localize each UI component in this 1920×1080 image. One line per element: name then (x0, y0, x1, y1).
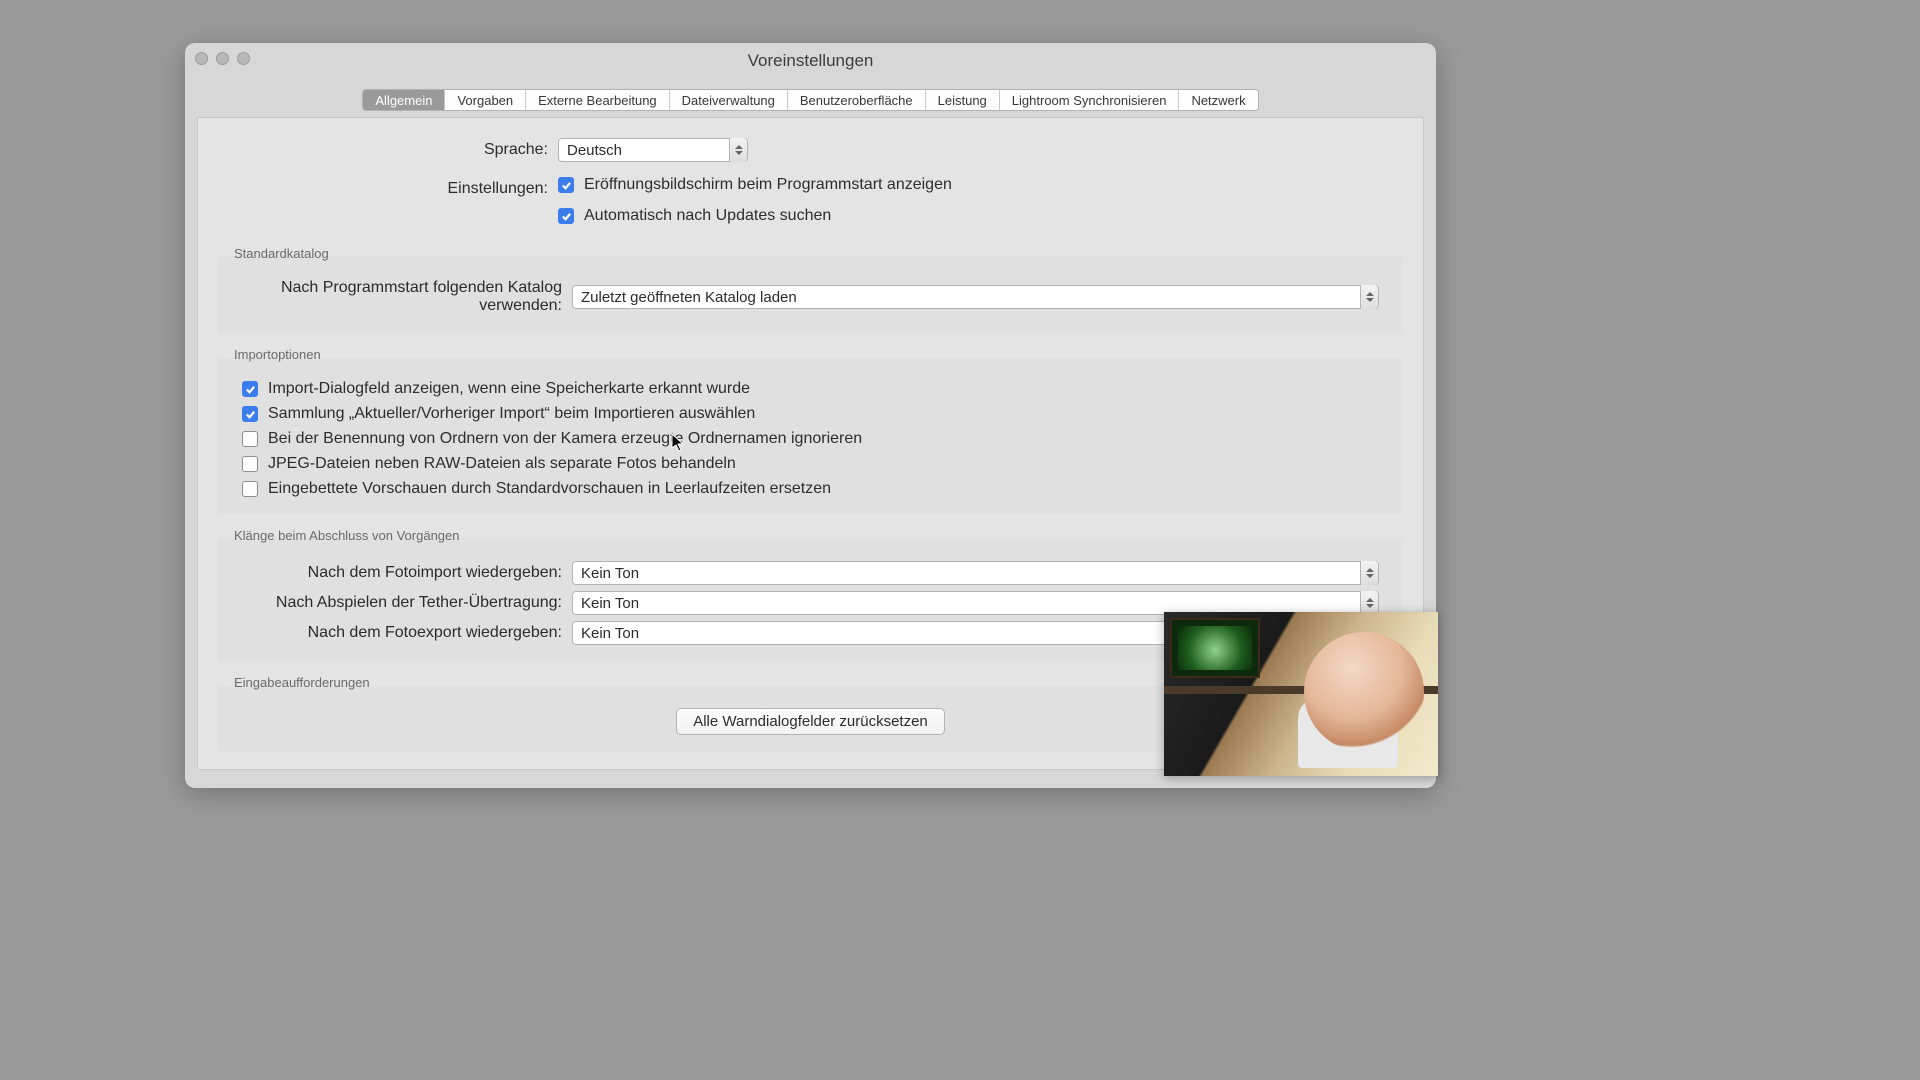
section-prompts-legend: Eingabeaufforderungen (218, 675, 374, 696)
tab-externe-bearbeitung[interactable]: Externe Bearbeitung (526, 90, 670, 110)
sound-export-label: Nach dem Fotoexport wiedergeben: (242, 624, 572, 642)
sound-import-select[interactable]: Kein Ton (572, 561, 1379, 585)
section-standardkatalog-legend: Standardkatalog (218, 246, 333, 267)
language-label: Sprache: (218, 141, 558, 159)
webcam-overlay (1164, 612, 1438, 776)
language-value: Deutsch (567, 142, 622, 159)
sound-tether-label: Nach Abspielen der Tether-Übertragung: (242, 594, 572, 612)
titlebar: Voreinstellungen (185, 43, 1436, 69)
chevron-updown-icon (1360, 285, 1378, 309)
tab-allgemein[interactable]: Allgemein (363, 90, 445, 110)
tab-netzwerk[interactable]: Netzwerk (1179, 90, 1257, 110)
checkbox-import-collection[interactable] (242, 406, 258, 422)
reset-warnings-button[interactable]: Alle Warndialogfelder zurücksetzen (676, 708, 945, 735)
tab-lightroom-sync[interactable]: Lightroom Synchronisieren (1000, 90, 1180, 110)
tab-bar: Allgemein Vorgaben Externe Bearbeitung D… (185, 89, 1436, 111)
checkbox-auto-updates[interactable] (558, 208, 574, 224)
sound-export-value: Kein Ton (581, 625, 639, 642)
sound-tether-value: Kein Ton (581, 595, 639, 612)
sound-import-label: Nach dem Fotoimport wiedergeben: (242, 564, 572, 582)
checkbox-splash-screen-label: Eröffnungsbildschirm beim Programmstart … (584, 176, 952, 194)
catalog-select[interactable]: Zuletzt geöffneten Katalog laden (572, 285, 1379, 309)
settings-label: Einstellungen: (218, 180, 558, 198)
sound-import-value: Kein Ton (581, 565, 639, 582)
chevron-updown-icon (1360, 561, 1378, 585)
checkbox-import-collection-label: Sammlung „Aktueller/Vorheriger Import“ b… (268, 405, 755, 423)
checkbox-auto-updates-label: Automatisch nach Updates suchen (584, 207, 831, 225)
section-standardkatalog: Standardkatalog Nach Programmstart folge… (218, 246, 1403, 333)
tab-benutzeroberflaeche[interactable]: Benutzeroberfläche (788, 90, 926, 110)
checkbox-embedded-previews[interactable] (242, 481, 258, 497)
checkbox-import-dialog[interactable] (242, 381, 258, 397)
tab-leistung[interactable]: Leistung (926, 90, 1000, 110)
checkbox-ignore-camera-folders[interactable] (242, 431, 258, 447)
checkbox-splash-screen[interactable] (558, 177, 574, 193)
chevron-updown-icon (729, 138, 747, 162)
section-importoptionen-legend: Importoptionen (218, 347, 325, 368)
tab-vorgaben[interactable]: Vorgaben (445, 90, 526, 110)
window-title: Voreinstellungen (185, 51, 1436, 71)
checkbox-jpeg-raw-separate[interactable] (242, 456, 258, 472)
catalog-label: Nach Programmstart folgenden Katalog ver… (242, 279, 572, 315)
checkbox-jpeg-raw-separate-label: JPEG-Dateien neben RAW-Dateien als separ… (268, 455, 736, 473)
section-sounds-legend: Klänge beim Abschluss von Vorgängen (218, 528, 464, 549)
tab-dateiverwaltung[interactable]: Dateiverwaltung (670, 90, 788, 110)
section-importoptionen: Importoptionen Import-Dialogfeld anzeige… (218, 347, 1403, 514)
checkbox-ignore-camera-folders-label: Bei der Benennung von Ordnern von der Ka… (268, 430, 862, 448)
checkbox-import-dialog-label: Import-Dialogfeld anzeigen, wenn eine Sp… (268, 380, 750, 398)
catalog-value: Zuletzt geöffneten Katalog laden (581, 289, 797, 306)
checkbox-embedded-previews-label: Eingebettete Vorschauen durch Standardvo… (268, 480, 831, 498)
language-select[interactable]: Deutsch (558, 138, 748, 162)
